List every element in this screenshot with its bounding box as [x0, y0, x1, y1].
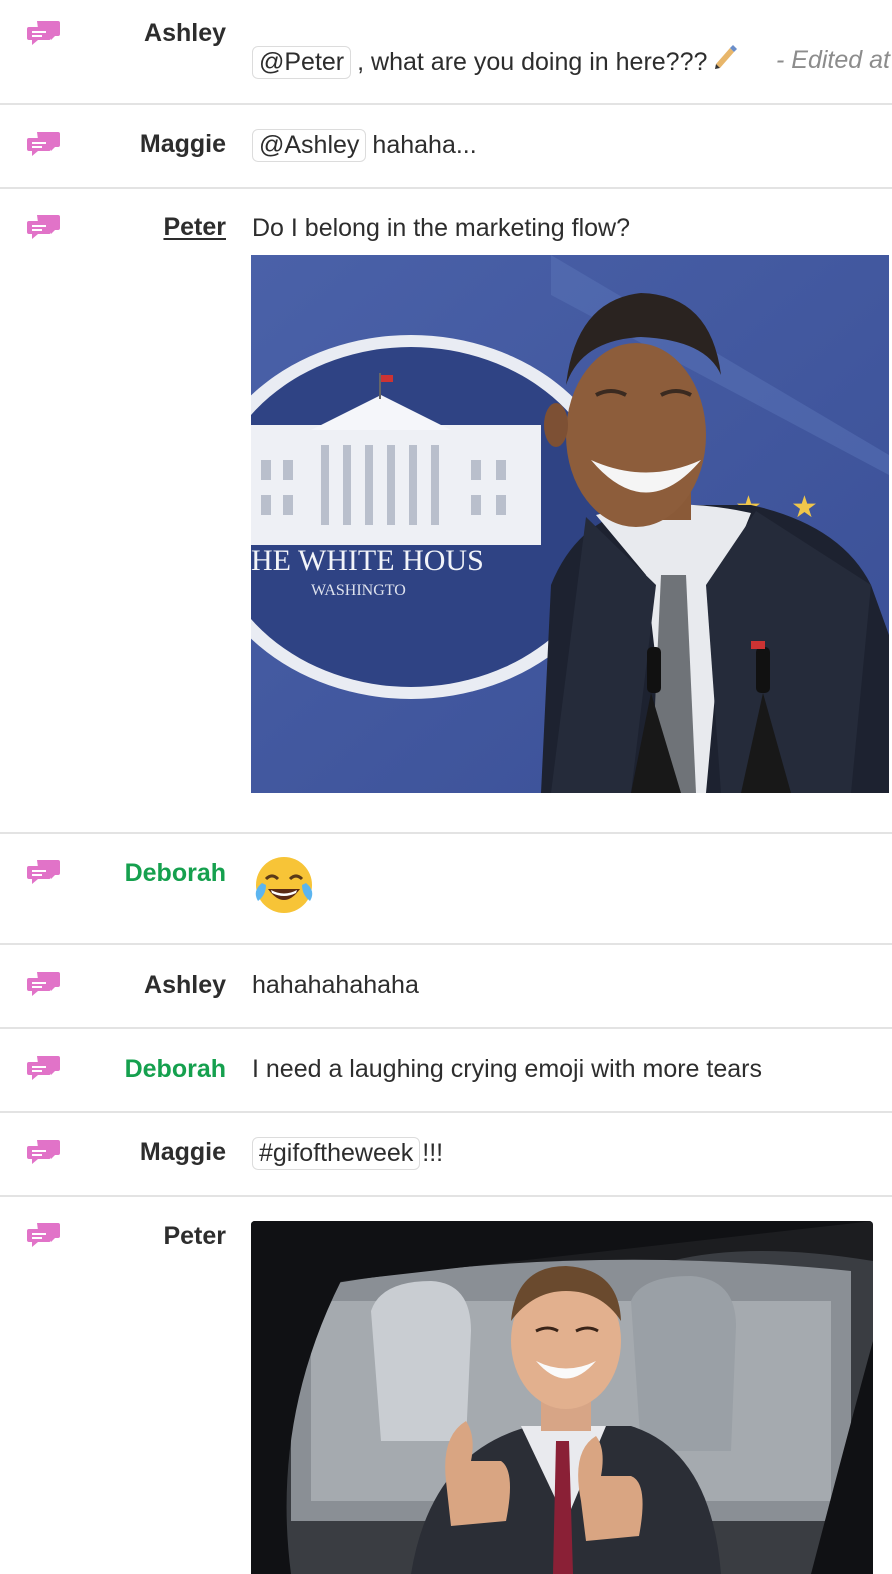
- divider: [0, 1111, 892, 1113]
- reply-icon[interactable]: [27, 1222, 61, 1248]
- divider: [0, 103, 892, 105]
- divider: [0, 1195, 892, 1197]
- reply-icon[interactable]: [27, 1055, 61, 1081]
- reply-icon[interactable]: [27, 131, 61, 157]
- reply-icon[interactable]: [27, 20, 61, 46]
- gif-sign-text: HE WHITE HOUS: [251, 544, 484, 577]
- author-name[interactable]: Deborah: [125, 1054, 226, 1084]
- reply-icon[interactable]: [27, 859, 61, 885]
- author-name[interactable]: Ashley: [144, 18, 226, 48]
- message-text: Do I belong in the marketing flow?: [252, 214, 630, 242]
- divider: [0, 943, 892, 945]
- edit-pencil-icon[interactable]: [712, 42, 740, 70]
- reply-icon[interactable]: [27, 214, 61, 240]
- face-with-tears-of-joy-icon: [255, 857, 313, 913]
- divider: [0, 187, 892, 189]
- mention-chip[interactable]: @Peter: [252, 46, 352, 79]
- author-name[interactable]: Maggie: [140, 129, 226, 159]
- mention-chip[interactable]: @Ashley: [252, 129, 367, 162]
- gif-sign-subtext: WASHINGTO: [311, 582, 406, 599]
- message-text: #gifoftheweek!!!: [252, 1137, 443, 1170]
- author-name-link[interactable]: Peter: [163, 212, 226, 242]
- message-text: hahahahahaha: [252, 971, 419, 999]
- hashtag-chip[interactable]: #gifoftheweek: [252, 1137, 421, 1170]
- author-name[interactable]: Maggie: [140, 1137, 226, 1167]
- reply-icon[interactable]: [27, 1139, 61, 1165]
- author-name[interactable]: Peter: [163, 1221, 226, 1251]
- author-name[interactable]: Ashley: [144, 970, 226, 1000]
- gif-image[interactable]: [251, 1221, 873, 1574]
- author-name[interactable]: Deborah: [125, 858, 226, 888]
- message-text: I need a laughing crying emoji with more…: [252, 1055, 762, 1083]
- divider: [0, 1027, 892, 1029]
- edited-label: - Edited at: [776, 46, 890, 74]
- reply-icon[interactable]: [27, 971, 61, 997]
- message-text: @Peter, what are you doing in here???: [252, 46, 707, 79]
- gif-image[interactable]: HE WHITE HOUS WASHINGTO ★ ★: [251, 255, 889, 793]
- divider: [0, 832, 892, 834]
- message-text: @Ashley hahaha...: [252, 129, 477, 162]
